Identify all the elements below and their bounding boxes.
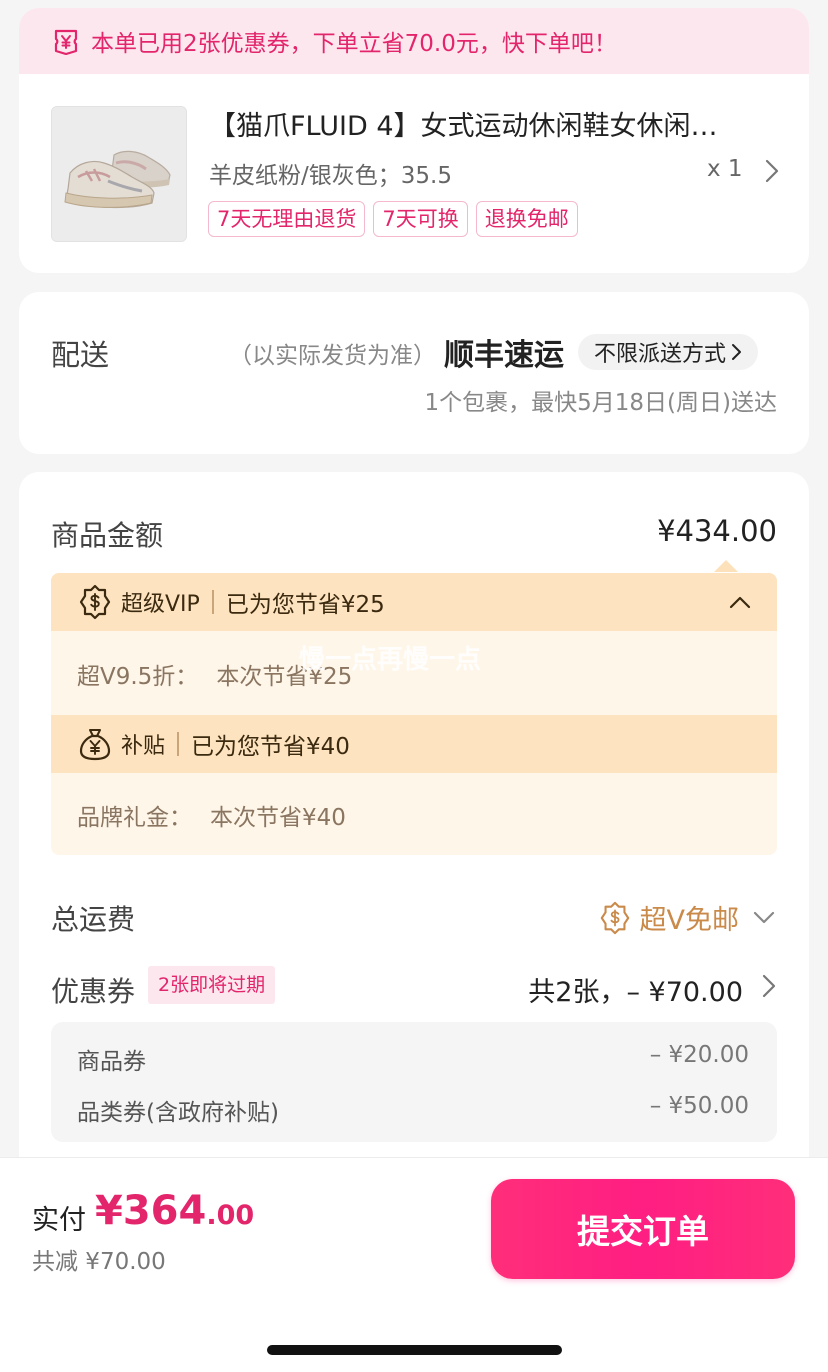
coupon-expiring-badge: 2张即将过期 <box>148 966 276 1004</box>
coupon-label: 优惠券 <box>51 975 136 1008</box>
delivery-method-button[interactable]: 不限派送方式 <box>578 334 759 370</box>
subsidy-saved: 已为您节省¥40 <box>191 734 350 760</box>
product-title[interactable]: 【猫爪FLUID 4】女式运动休闲鞋女休闲… <box>209 104 774 143</box>
pay-amount: ¥364.00 <box>95 1188 254 1234</box>
discount-caret <box>714 560 738 572</box>
tag-free-return-shipping: 退换免邮 <box>475 201 578 237</box>
money-bag-icon <box>77 726 113 762</box>
chevron-right-icon[interactable] <box>759 156 783 186</box>
chevron-right-icon[interactable] <box>761 972 777 1000</box>
coupon-yen-icon <box>51 26 81 56</box>
delivery-method-label: 不限派送方式 <box>594 342 727 367</box>
subsidy-discount-header: 补贴 已为您节省¥40 <box>51 715 777 773</box>
coupon-banner-text: 本单已用2张优惠券，下单立省70.0元，快下单吧！ <box>91 31 617 57</box>
coupon-name: 品类券(含政府补贴) <box>77 1100 279 1126</box>
pricing-card: 商品金额 ¥434.00 超级VIP 已为您节省¥25 超V9.5折： 本次节省¥… <box>19 472 809 1172</box>
coupon-value: – ¥20.00 <box>649 1042 749 1068</box>
pay-label: 实付 <box>32 1205 86 1236</box>
total-saved: 共减 ¥70.00 <box>32 1249 166 1275</box>
vip-badge-icon <box>77 584 113 620</box>
coupon-value: – ¥50.00 <box>649 1093 749 1119</box>
vip-discount-header[interactable]: 超级VIP 已为您节省¥25 <box>51 573 777 631</box>
service-tags: 7天无理由退货 7天可换 退换免邮 <box>208 201 578 237</box>
product-thumbnail[interactable] <box>51 106 187 242</box>
product-variant: 羊皮纸粉/银灰色；35.5 <box>209 163 452 189</box>
vip-saved: 已为您节省¥25 <box>225 592 385 618</box>
product-quantity: x 1 <box>707 156 743 182</box>
goods-amount-value: ¥434.00 <box>657 514 777 548</box>
delivery-eta: 1个包裹，最快5月18日(周日)送达 <box>424 390 777 416</box>
subsidy-name: 补贴 <box>121 734 166 759</box>
vip-name: 超级VIP <box>121 592 200 617</box>
delivery-note: （以实际发货为准） <box>229 343 436 369</box>
tag-7day-exchange: 7天可换 <box>373 201 468 237</box>
submit-order-button[interactable]: 提交订单 <box>491 1179 795 1279</box>
delivery-card: 配送 （以实际发货为准） 顺丰速运 不限派送方式 1个包裹，最快5月18日(周日… <box>19 292 809 454</box>
tag-7day-return: 7天无理由退货 <box>208 201 366 237</box>
sneaker-image <box>52 107 186 241</box>
delivery-carrier: 顺丰速运 <box>444 338 564 373</box>
chevron-right-icon <box>730 342 744 362</box>
pay-amount-integer: ¥364 <box>95 1188 207 1234</box>
discount-breakdown: 超级VIP 已为您节省¥25 超V9.5折： 本次节省¥25 慢一点再慢一点 补贴… <box>51 573 777 855</box>
checkout-bar: 实付 ¥364.00 共减 ¥70.00 提交订单 <box>0 1157 828 1372</box>
coupon-savings-banner: 本单已用2张优惠券，下单立省70.0元，快下单吧！ <box>19 8 809 74</box>
coupon-list: 商品券 – ¥20.00 品类券(含政府补贴) – ¥50.00 <box>51 1022 777 1142</box>
shipping-selector[interactable]: 超V免邮 <box>598 898 777 937</box>
coupon-name: 商品券 <box>77 1049 146 1075</box>
subsidy-detail: 品牌礼金： 本次节省¥40 <box>77 798 346 832</box>
delivery-label: 配送 <box>51 338 110 372</box>
coupon-summary[interactable]: 共2张，– ¥70.00 <box>528 970 743 1009</box>
shipping-label: 总运费 <box>51 903 136 936</box>
pay-amount-decimal: .00 <box>206 1200 255 1231</box>
shipping-value: 超V免邮 <box>639 905 739 936</box>
subsidy-detail-label: 品牌礼金： <box>77 805 192 831</box>
product-card: 本单已用2张优惠券，下单立省70.0元，快下单吧！ 【猫爪FLUID 4】女式运… <box>19 8 809 273</box>
goods-amount-label: 商品金额 <box>51 519 164 552</box>
vip-badge-icon <box>600 901 629 934</box>
divider <box>211 590 214 614</box>
divider <box>177 732 180 756</box>
watermark-text: 慢一点再慢一点 <box>299 645 482 675</box>
chevron-up-icon[interactable] <box>727 593 753 611</box>
vip-detail-label: 超V9.5折： <box>77 664 199 690</box>
subsidy-detail-value: 本次节省¥40 <box>210 805 346 831</box>
chevron-down-icon <box>753 911 775 923</box>
home-indicator[interactable] <box>267 1345 562 1355</box>
